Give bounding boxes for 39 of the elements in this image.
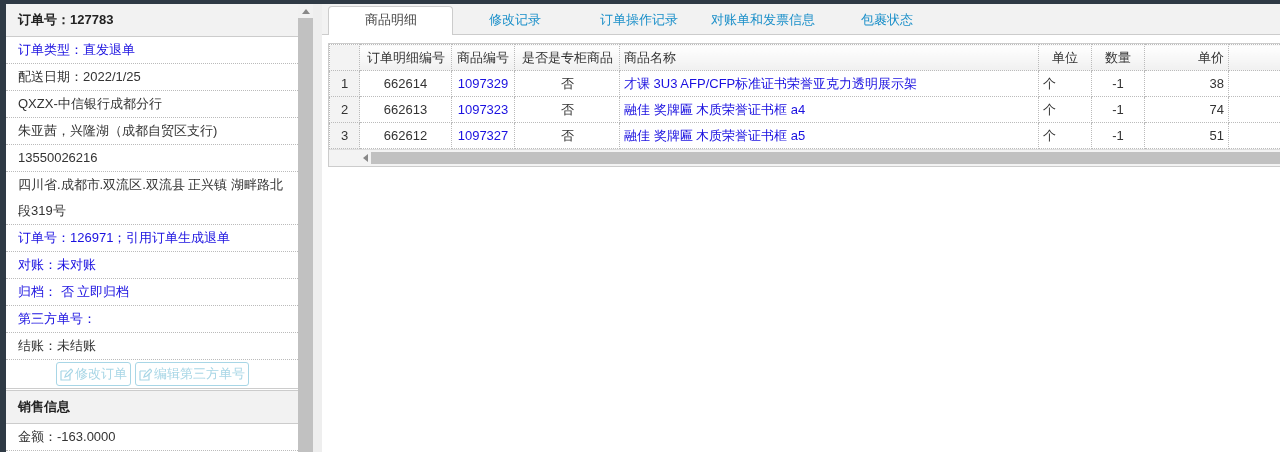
column-header: 单价 <box>1144 44 1229 71</box>
column-header: 数量 <box>1091 44 1145 71</box>
scrollbar[interactable] <box>298 4 313 452</box>
table-cell: 否 <box>514 70 620 97</box>
table-cell: -1 <box>1091 96 1145 123</box>
table-cell: 662612 <box>359 122 452 149</box>
row-number: 2 <box>329 96 360 123</box>
product-code-link[interactable]: 1097329 <box>451 70 515 97</box>
table-cell: 74 <box>1144 96 1229 123</box>
row-number: 3 <box>329 122 360 149</box>
product-name-link[interactable]: 才课 3U3 AFP/CFP标准证书荣誉亚克力透明展示架 <box>619 70 1039 97</box>
panel-header: 订单号：127783 <box>6 4 298 37</box>
table-cell: -1 <box>1091 70 1145 97</box>
table-cell: 个 <box>1038 122 1092 149</box>
column-header: 订单明细编号 <box>359 44 452 71</box>
table-cell: 个 <box>1038 70 1092 97</box>
product-name-link[interactable]: 融佳 奖牌匾 木质荣誉证书框 a4 <box>619 96 1039 123</box>
table-cell: 否 <box>514 96 620 123</box>
product-code-link[interactable]: 1097323 <box>451 96 515 123</box>
pencil-icon <box>59 367 73 381</box>
table-cell: 38 <box>1144 70 1229 97</box>
table-cell: 个 <box>1038 96 1092 123</box>
table-cell: 662613 <box>359 96 452 123</box>
section-header: 销售信息 <box>6 391 298 424</box>
scroll-left-icon[interactable] <box>362 154 368 162</box>
column-header: 是否是专柜商品 <box>514 44 620 71</box>
product-code-link[interactable]: 1097327 <box>451 122 515 149</box>
column-header: 商品编号 <box>451 44 515 71</box>
column-header: 商品名称 <box>619 44 1039 71</box>
row-number: 1 <box>329 70 360 97</box>
pencil-icon <box>138 367 152 381</box>
tab[interactable]: 商品明细 <box>328 6 453 35</box>
product-name-link[interactable]: 融佳 奖牌匾 木质荣誉证书框 a5 <box>619 122 1039 149</box>
table-cell: 否 <box>514 122 620 149</box>
table-cell: 51 <box>1144 122 1229 149</box>
table-cell: -1 <box>1091 122 1145 149</box>
scroll-up-icon[interactable] <box>301 8 310 14</box>
table-cell: 662614 <box>359 70 452 97</box>
column-header: 单位 <box>1038 44 1092 71</box>
